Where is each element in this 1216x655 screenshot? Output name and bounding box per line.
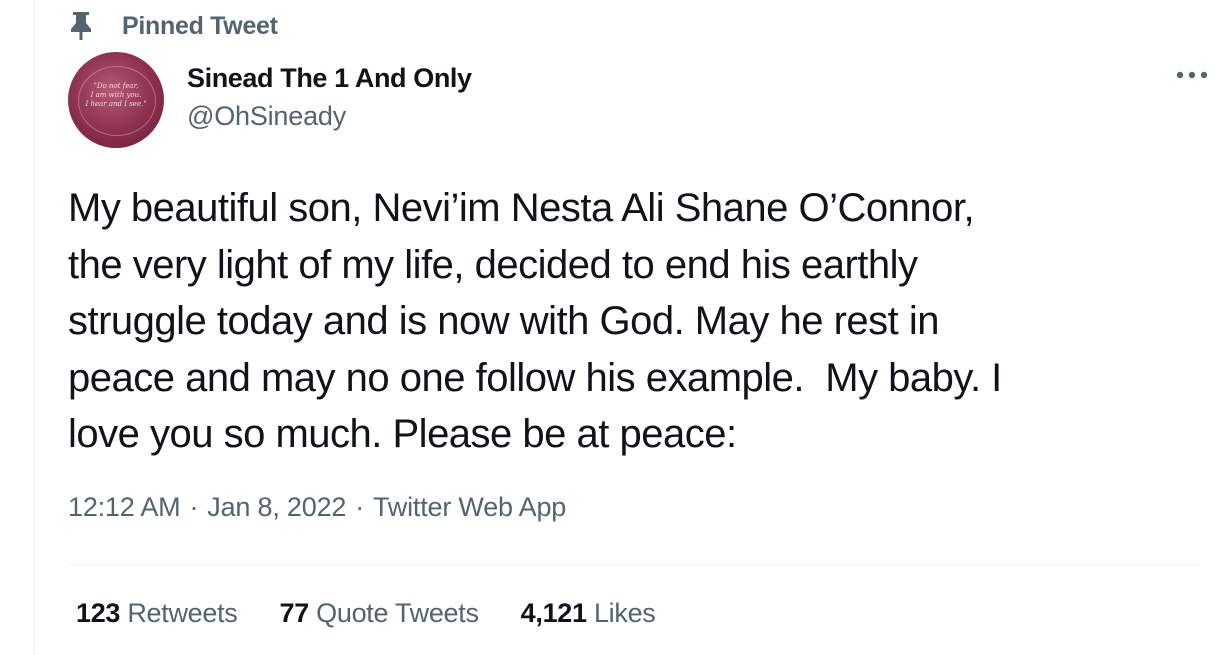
retweets-count: 123 xyxy=(76,598,121,628)
pinned-indicator: Pinned Tweet xyxy=(70,10,278,42)
tweet-source[interactable]: Twitter Web App xyxy=(373,492,566,523)
quote-tweets-stat[interactable]: 77 Quote Tweets xyxy=(280,598,479,629)
retweets-label: Retweets xyxy=(127,598,238,628)
tweet-card: Pinned Tweet "Do not fear, I am with you… xyxy=(33,0,1216,655)
meta-separator: · xyxy=(355,492,364,522)
likes-label: Likes xyxy=(593,598,656,628)
tweet-time[interactable]: 12:12 AM xyxy=(68,492,181,523)
more-options-button[interactable] xyxy=(1172,64,1212,88)
author-block: Sinead The 1 And Only @OhSineady xyxy=(187,60,472,136)
likes-stat[interactable]: 4,121 Likes xyxy=(521,598,656,629)
quote-tweets-label: Quote Tweets xyxy=(316,598,479,628)
tweet-text: My beautiful son, Nevi’im Nesta Ali Shan… xyxy=(68,186,1002,456)
more-horizontal-icon xyxy=(1174,67,1210,85)
display-name[interactable]: Sinead The 1 And Only xyxy=(187,60,472,96)
meta-separator: · xyxy=(189,492,199,522)
user-handle[interactable]: @OhSineady xyxy=(187,96,472,136)
avatar[interactable]: "Do not fear, I am with you. I hear and … xyxy=(68,52,164,148)
retweets-stat[interactable]: 123 Retweets xyxy=(76,598,238,629)
pinned-label: Pinned Tweet xyxy=(122,11,278,40)
likes-count: 4,121 xyxy=(520,598,587,628)
tweet-date[interactable]: Jan 8, 2022 xyxy=(207,492,346,523)
engagement-stats: 123 Retweets 77 Quote Tweets 4,121 Likes xyxy=(76,598,697,629)
divider xyxy=(68,564,1200,565)
pin-icon xyxy=(70,11,92,41)
avatar-quote: "Do not fear, I am with you. I hear and … xyxy=(85,82,147,108)
tweet-meta: 12:12 AM · Jan 8, 2022 · Twitter Web App xyxy=(68,492,566,523)
quote-tweets-count: 77 xyxy=(279,598,310,628)
